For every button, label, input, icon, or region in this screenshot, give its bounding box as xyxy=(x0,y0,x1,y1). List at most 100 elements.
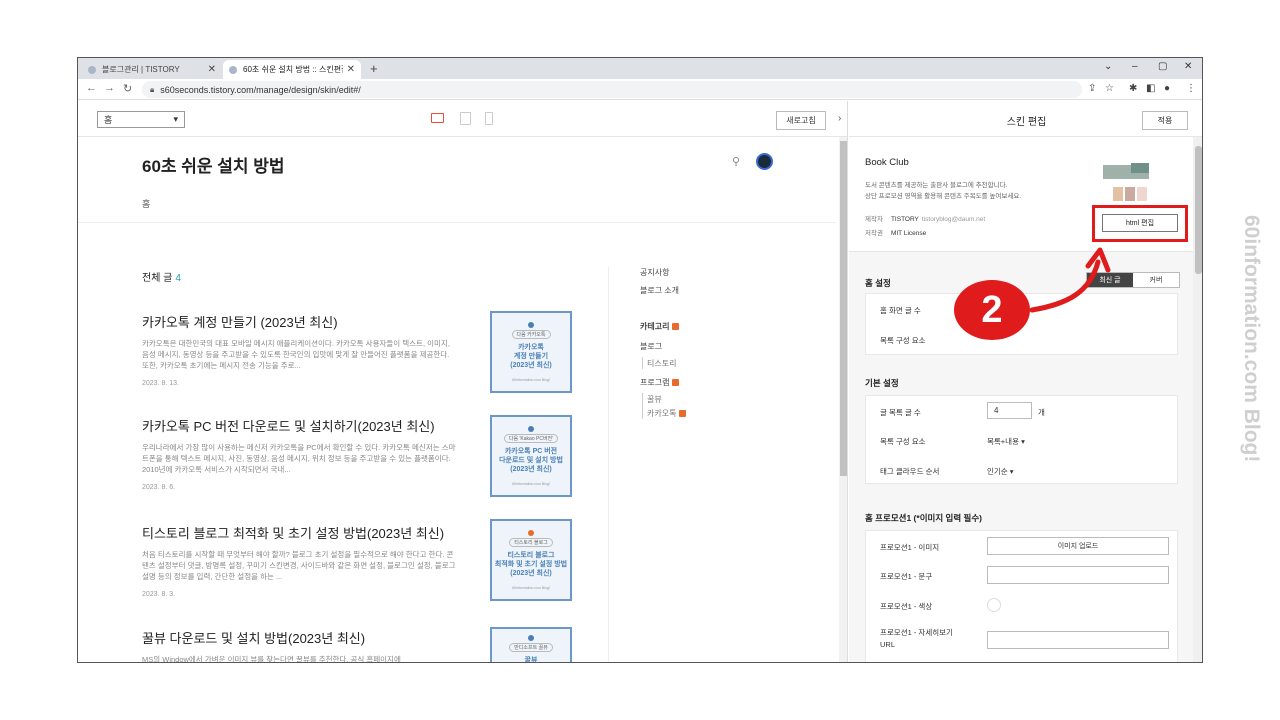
tree-line xyxy=(642,357,643,369)
sidebar-item-category[interactable]: 카테고리 xyxy=(640,321,680,332)
post-count-input[interactable]: 4 xyxy=(987,402,1032,419)
tab-close-icon[interactable]: ✕ xyxy=(208,64,216,75)
chevron-right-icon[interactable]: › xyxy=(838,113,841,124)
skin-editor-panel: 스킨 편집 적용 Book Club 도서 콘텐츠를 제공하는 출판사 블로그에… xyxy=(849,101,1202,662)
home-link[interactable]: 홈 xyxy=(142,197,150,210)
post-title[interactable]: 티스토리 블로그 최적화 및 초기 설정 방법(2023년 최신) xyxy=(142,523,457,542)
search-icon[interactable]: ⚲ xyxy=(732,155,740,168)
basic-settings-box: 글 목록 글 수 4 개 목록 구성 요소 목록+내용 ▾ 태그 클라우드 순서… xyxy=(865,395,1178,484)
list-elements-select[interactable]: 목록+내용 ▾ xyxy=(987,436,1025,447)
post-title[interactable]: 카카오톡 PC 버전 다운로드 및 설치하기(2023년 최신) xyxy=(142,416,457,435)
preview-scrollbar-thumb[interactable] xyxy=(840,141,847,476)
blog-title[interactable]: 60초 쉬운 설치 방법 xyxy=(142,152,285,177)
menu-dots-icon[interactable]: ⋮ xyxy=(1186,83,1196,94)
post-thumbnail[interactable]: 다음 'Kakao PC버전' 카카오톡 PC 버전 다운로드 및 설치 방법 … xyxy=(490,415,572,497)
sidebar-item-kkulview[interactable]: 꿀뷰 xyxy=(647,394,662,405)
post-thumbnail[interactable]: 다음 카카오톡 카카오톡 계정 만들기 (2023년 최신) 60informa… xyxy=(490,311,572,393)
profile-avatar[interactable] xyxy=(756,153,773,170)
reload-icon[interactable]: ↻ xyxy=(123,82,132,95)
tab-label: 60초 쉬운 설치 방법 :: 스킨편집 xyxy=(243,65,343,74)
tab-blog-manage[interactable]: 블로그관리 | TISTORY ✕ xyxy=(82,60,222,79)
list-item[interactable]: 꿀뷰 다운로드 및 설치 방법(2023년 최신) MS의 Window에서 가… xyxy=(142,628,457,663)
post-title[interactable]: 꿀뷰 다운로드 및 설치 방법(2023년 최신) xyxy=(142,628,457,647)
sidebar-item-kakaotalk[interactable]: 카카오톡 xyxy=(647,408,687,419)
tablet-view-icon[interactable] xyxy=(460,112,471,125)
list-item[interactable]: 카카오톡 계정 만들기 (2023년 최신) 카카오톡은 대한민국의 대표 모바… xyxy=(142,312,457,387)
home-settings-title: 홈 설정 xyxy=(865,278,891,288)
tab-skin-edit[interactable]: 60초 쉬운 설치 방법 :: 스킨편집 ✕ xyxy=(223,60,361,79)
promo-url-input[interactable] xyxy=(987,631,1169,649)
post-excerpt: 카카오톡은 대한민국의 대표 모바일 메시지 애플리케이션이다. 카카오톡 사용… xyxy=(142,339,450,370)
forward-icon[interactable]: → xyxy=(104,82,115,94)
address-bar[interactable]: 🔒︎ s60seconds.tistory.com/manage/design/… xyxy=(142,81,1082,98)
image-upload-button[interactable]: 이미지 업로드 xyxy=(987,537,1169,555)
sidebar-item-tistory[interactable]: 티스토리 xyxy=(647,358,676,369)
tag-order-select[interactable]: 인기순 ▾ xyxy=(987,466,1014,477)
back-icon[interactable]: ← xyxy=(86,82,97,94)
skin-preview-pane: 홈 ▾ 새로고침 › 60초 쉬운 설치 방법 ⚲ 홈 전체 글4 카카오톡 계… xyxy=(78,101,848,663)
refresh-button[interactable]: 새로고침 xyxy=(776,111,826,130)
apply-button[interactable]: 적용 xyxy=(1142,111,1188,130)
list-item[interactable]: 티스토리 블로그 최적화 및 초기 설정 방법(2023년 최신) 처음 티스토… xyxy=(142,523,457,598)
post-excerpt: 처음 티스토리를 시작할 때 무엇부터 해야 할까? 블로그 초기 설정을 필수… xyxy=(142,550,456,581)
tab-close-icon[interactable]: ✕ xyxy=(347,64,355,75)
sidebar-item-about[interactable]: 블로그 소개 xyxy=(640,285,679,296)
promo-box: 프로모션1 - 이미지 이미지 업로드 프로모션1 - 문구 프로모션1 - 색… xyxy=(865,530,1178,662)
post-count-unit: 개 xyxy=(1038,408,1045,417)
share-icon[interactable]: ⇪ xyxy=(1088,83,1096,94)
promo-image-label: 프로모션1 - 이미지 xyxy=(880,543,940,552)
mobile-view-icon[interactable] xyxy=(485,112,493,125)
tab-strip: 블로그관리 | TISTORY ✕ 60초 쉬운 설치 방법 :: 스킨편집 ✕… xyxy=(78,58,1202,79)
restore-icon[interactable]: ▢ xyxy=(1158,61,1167,72)
post-title[interactable]: 카카오톡 계정 만들기 (2023년 최신) xyxy=(142,312,457,331)
sidebar-item-notice[interactable]: 공지사항 xyxy=(640,267,669,278)
new-badge-icon xyxy=(672,323,680,331)
promo-title: 홈 프로모션1 (*이미지 입력 필수) xyxy=(865,513,982,523)
caret-down-icon: ▾ xyxy=(1009,467,1014,476)
skin-license: 저작권 MIT License xyxy=(865,230,927,237)
editor-header: 스킨 편집 적용 xyxy=(849,101,1202,137)
extensions-icon[interactable]: ✱ xyxy=(1129,83,1137,94)
sidebar-item-blog[interactable]: 블로그 xyxy=(640,341,662,352)
new-tab-icon[interactable]: + xyxy=(370,61,378,76)
list-item[interactable]: 카카오톡 PC 버전 다운로드 및 설치하기(2023년 최신) 우리나라에서 … xyxy=(142,416,457,491)
skin-preview-image xyxy=(1103,157,1149,207)
profile-avatar-icon[interactable]: ● xyxy=(1164,83,1170,94)
close-window-icon[interactable]: ✕ xyxy=(1184,61,1192,72)
all-posts-heading: 전체 글4 xyxy=(142,273,181,284)
new-badge-icon xyxy=(672,379,680,387)
minimize-icon[interactable]: – xyxy=(1132,61,1138,72)
skin-name: Book Club xyxy=(865,157,909,168)
promo-text-input[interactable] xyxy=(987,566,1169,584)
post-date: 2023. 8. 3. xyxy=(142,591,176,598)
editor-scrollbar-thumb[interactable] xyxy=(1195,146,1202,274)
caret-down-icon: ▾ xyxy=(173,114,178,124)
post-thumbnail[interactable]: 티스토리 블로그 티스토리 블로그 최적화 및 초기 설정 방법 (2023년 … xyxy=(490,519,572,601)
promo-url-label: 프로모션1 - 자세히보기 URL xyxy=(880,628,953,649)
sidebar-divider xyxy=(608,267,609,662)
desktop-view-icon[interactable] xyxy=(431,113,444,123)
post-thumbnail[interactable]: 반디소프트 꿀뷰 꿀뷰 xyxy=(490,627,572,662)
post-count-label: 글 목록 글 수 xyxy=(880,408,921,417)
post-count: 4 xyxy=(175,273,181,284)
home-post-count-label: 홈 화면 글 수 xyxy=(880,306,921,315)
preview-toolbar: 홈 ▾ 새로고침 › xyxy=(78,101,847,137)
pin-icon xyxy=(528,322,534,328)
highlight-box xyxy=(1092,205,1188,242)
watermark: 60information.com Blog! xyxy=(1240,215,1263,463)
post-excerpt: 우리나라에서 가장 많이 사용하는 메신저 카카오톡을 PC에서 확인할 수 있… xyxy=(142,443,456,474)
pin-icon xyxy=(528,635,534,641)
post-date: 2023. 8. 6. xyxy=(142,484,176,491)
divider xyxy=(78,222,836,223)
side-panel-icon[interactable]: ◧ xyxy=(1146,83,1155,94)
pin-icon xyxy=(528,530,534,536)
pin-icon xyxy=(528,426,534,432)
promo-color-picker[interactable] xyxy=(987,598,1001,612)
sidebar-item-program[interactable]: 프로그램 xyxy=(640,377,680,388)
chevron-down-icon[interactable]: ⌄ xyxy=(1104,61,1112,72)
bookmark-star-icon[interactable]: ☆ xyxy=(1105,83,1114,94)
post-excerpt: MS의 Window에서 가벼운 이미지 뷰를 찾는다면 꿀뷰를 추천한다. 공… xyxy=(142,655,401,663)
page-select[interactable]: 홈 ▾ xyxy=(97,111,185,128)
caret-down-icon: ▾ xyxy=(1021,437,1025,446)
segment-cover[interactable]: 커버 xyxy=(1133,273,1179,287)
